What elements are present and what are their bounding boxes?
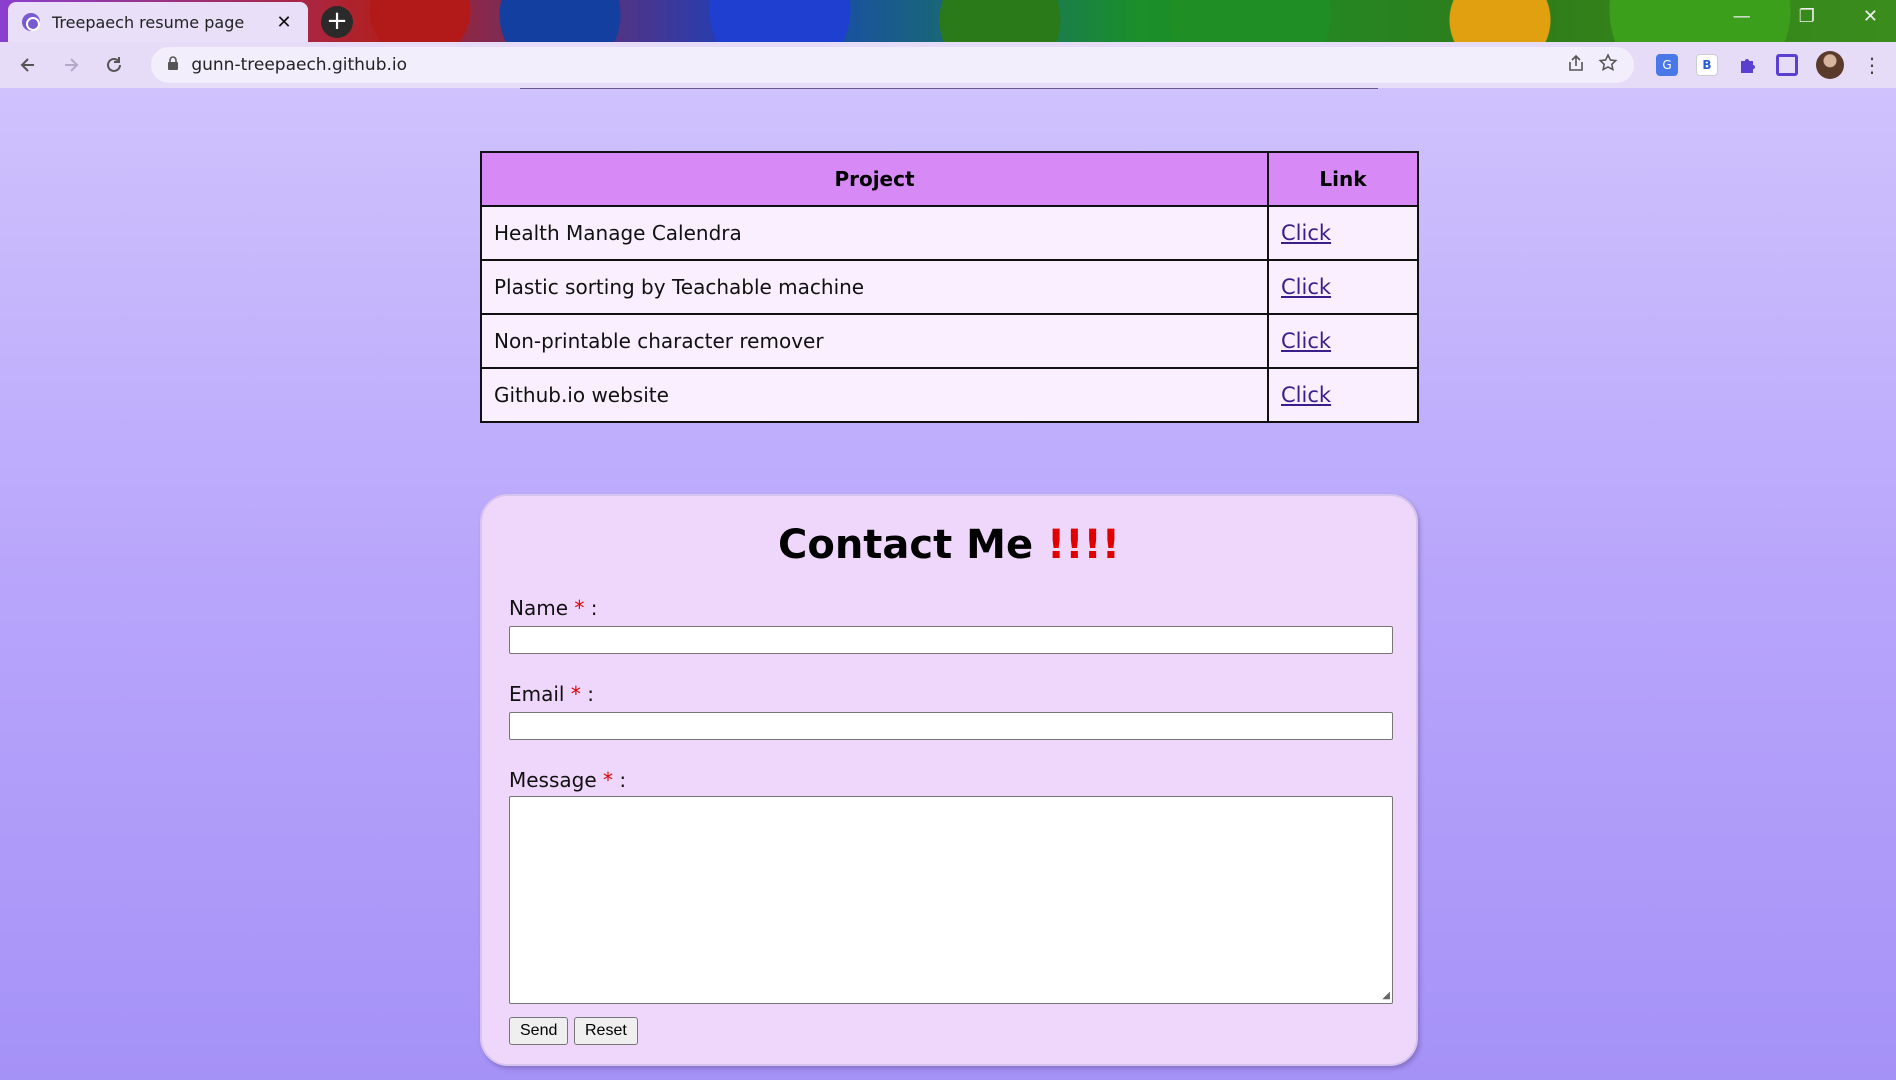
name-input[interactable] (509, 626, 1393, 654)
table-row: Health Manage Calendra Click (480, 205, 1419, 261)
link-cell: Click (1267, 205, 1419, 261)
contact-title-exclamation: !!!! (1047, 522, 1121, 568)
browser-tab[interactable]: Treepaech resume page ✕ (8, 2, 308, 42)
label-colon: : (619, 768, 627, 792)
url-text[interactable]: gunn-treepaech.github.io (191, 55, 1554, 75)
lock-icon[interactable] (167, 56, 179, 74)
window-controls: — ❐ ✕ (1733, 6, 1878, 27)
project-link[interactable]: Click (1281, 221, 1331, 245)
table-row: Github.io website Click (480, 367, 1419, 423)
page-content: Project Link Health Manage Calendra Clic… (0, 88, 1896, 1080)
link-column-header: Link (1267, 151, 1419, 207)
globe-icon (22, 13, 40, 31)
translate-icon[interactable]: G (1655, 54, 1678, 76)
resize-grip-icon[interactable]: ◢ (1382, 990, 1390, 1001)
back-icon[interactable] (14, 51, 41, 79)
contact-form: Contact Me !!!! Name * : Email * : Messa… (480, 494, 1418, 1066)
project-column-header: Project (480, 151, 1269, 207)
link-cell: Click (1267, 313, 1419, 369)
label-colon: : (587, 682, 594, 706)
divider (520, 88, 1378, 89)
address-bar[interactable]: gunn-treepaech.github.io (151, 47, 1634, 83)
reload-icon[interactable] (100, 51, 127, 79)
link-cell: Click (1267, 259, 1419, 315)
contact-title: Contact Me !!!! (482, 522, 1416, 568)
close-tab-icon[interactable]: ✕ (274, 12, 294, 33)
message-label: Message * : (509, 768, 626, 792)
send-button[interactable]: Send (509, 1017, 569, 1045)
contact-title-text: Contact Me (777, 522, 1034, 568)
project-name: Health Manage Calendra (480, 205, 1269, 261)
tab-title: Treepaech resume page (52, 12, 245, 32)
table-header-row: Project Link (480, 151, 1419, 207)
project-name: Non-printable character remover (480, 313, 1269, 369)
project-link[interactable]: Click (1281, 329, 1331, 353)
new-tab-button[interactable]: + (321, 6, 353, 38)
email-label-text: Email (509, 682, 565, 706)
star-icon[interactable] (1598, 52, 1618, 78)
link-cell: Click (1267, 367, 1419, 423)
close-window-button[interactable]: ✕ (1863, 6, 1878, 27)
table-row: Non-printable character remover Click (480, 313, 1419, 369)
project-name: Github.io website (480, 367, 1269, 423)
side-panel-icon[interactable] (1775, 54, 1798, 76)
minimize-button[interactable]: — (1733, 6, 1751, 27)
projects-table: Project Link Health Manage Calendra Clic… (480, 151, 1419, 423)
puzzle-icon[interactable] (1736, 54, 1758, 76)
forward-icon[interactable] (57, 51, 84, 79)
extensions-area: G B ⋮ (1655, 51, 1882, 79)
email-label: Email * : (509, 682, 594, 706)
avatar[interactable] (1815, 51, 1844, 79)
restore-button[interactable]: ❐ (1799, 6, 1815, 27)
message-textarea[interactable]: ◢ (509, 796, 1393, 1004)
project-link[interactable]: Click (1281, 275, 1331, 299)
name-label-text: Name (509, 596, 569, 620)
extension-b-icon[interactable]: B (1695, 54, 1718, 76)
share-icon[interactable] (1566, 53, 1586, 78)
required-mark: * (603, 768, 614, 792)
required-mark: * (570, 682, 581, 706)
table-row: Plastic sorting by Teachable machine Cli… (480, 259, 1419, 315)
menu-icon[interactable]: ⋮ (1862, 53, 1882, 77)
email-input[interactable] (509, 712, 1393, 740)
label-colon: : (590, 596, 598, 620)
browser-toolbar: gunn-treepaech.github.io G B ⋮ (0, 42, 1896, 88)
name-label: Name * : (509, 596, 597, 620)
reset-button[interactable]: Reset (574, 1017, 638, 1045)
project-name: Plastic sorting by Teachable machine (480, 259, 1269, 315)
project-link[interactable]: Click (1281, 383, 1331, 407)
required-mark: * (574, 596, 585, 620)
message-label-text: Message (509, 768, 597, 792)
